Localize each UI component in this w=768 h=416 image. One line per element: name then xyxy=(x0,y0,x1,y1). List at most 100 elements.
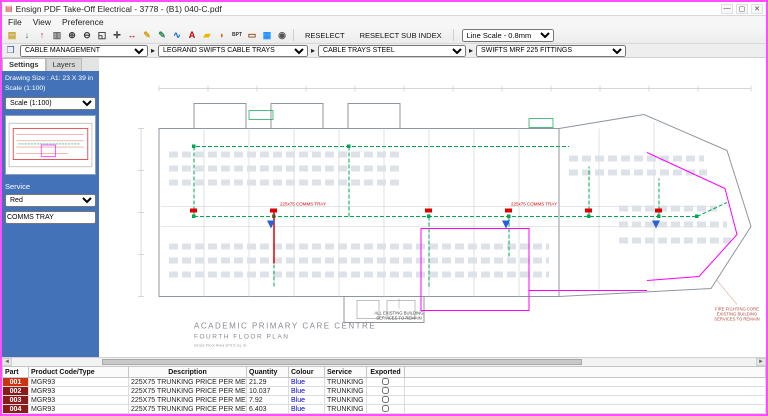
library-icon: ❐ xyxy=(4,45,17,57)
zoom-window-icon[interactable]: ◱ xyxy=(95,28,109,42)
quantity-cell: 21.29 xyxy=(247,378,289,387)
snapshot-icon[interactable]: ◉ xyxy=(275,28,289,42)
bpt-icon[interactable]: BPT xyxy=(230,28,244,42)
menu-preference[interactable]: Preference xyxy=(62,17,104,27)
table-row[interactable]: 004 MGR93 225X75 TRUNKING PRICE PER METR… xyxy=(3,405,766,414)
col-service[interactable]: Service xyxy=(325,367,367,378)
drawing-thumbnail[interactable] xyxy=(5,115,96,175)
tab-settings[interactable]: Settings xyxy=(2,58,46,71)
minimize-button[interactable]: — xyxy=(721,4,733,14)
scroll-right-arrow[interactable]: ► xyxy=(756,358,766,366)
printer-icon[interactable]: ▥ xyxy=(50,28,64,42)
close-button[interactable]: ✕ xyxy=(751,4,763,14)
ruler-icon[interactable]: ▭ xyxy=(245,28,259,42)
exported-checkbox[interactable] xyxy=(382,405,389,412)
filler-cell xyxy=(405,405,766,414)
import-icon[interactable]: ↓ xyxy=(20,28,34,42)
window-title: Ensign PDF Take-Off Electrical - 3778 - … xyxy=(16,4,718,14)
colour-cell: Blue xyxy=(289,405,325,414)
description-cell: 225X75 TRUNKING PRICE PER METRE xyxy=(129,405,247,414)
col-product-code[interactable]: Product Code/Type xyxy=(29,367,129,378)
reselect-button[interactable]: RESELECT xyxy=(298,28,352,42)
toolbar-separator xyxy=(293,29,294,41)
scrollbar-thumb[interactable] xyxy=(102,359,582,365)
reselect-sub-index-button[interactable]: RESELECT SUB INDEX xyxy=(353,28,449,42)
col-colour[interactable]: Colour xyxy=(289,367,325,378)
range-select[interactable]: LEGRAND SWIFTS CABLE TRAYS xyxy=(158,45,308,57)
catalogue-bar: ❐ CABLE MANAGEMENT ▸ LEGRAND SWIFTS CABL… xyxy=(2,44,766,58)
drawing-canvas[interactable]: 225x75 COMMS TRAY 225x75 COMMS TRAY ACAD… xyxy=(99,58,766,357)
blue-arrow-markers xyxy=(267,221,660,229)
exported-checkbox[interactable] xyxy=(382,396,389,403)
line-scale-select[interactable]: Line Scale - 0.8mm xyxy=(462,29,554,42)
chevron-right-icon: ▸ xyxy=(151,47,155,55)
filler-cell xyxy=(405,378,766,387)
pencil-icon[interactable]: ✎ xyxy=(140,28,154,42)
text-icon[interactable]: A xyxy=(185,28,199,42)
sidebar-tabs: Settings Layers xyxy=(2,58,99,71)
zoom-in-icon[interactable]: ⊕ xyxy=(65,28,79,42)
service-cell: TRUNKING xyxy=(325,405,367,414)
tab-layers[interactable]: Layers xyxy=(46,58,83,71)
table-row[interactable]: 003 MGR93 225X75 TRUNKING PRICE PER METR… xyxy=(3,396,766,405)
colour-cell: Blue xyxy=(289,378,325,387)
freehand-icon[interactable]: ∿ xyxy=(170,28,184,42)
service-cell: TRUNKING xyxy=(325,396,367,405)
plan-title: ACADEMIC PRIMARY CARE CENTRE xyxy=(194,322,376,331)
part-badge: 003 xyxy=(3,396,29,405)
plan-subtitle-line: FOURTH FLOOR PLAN xyxy=(194,334,289,341)
exported-checkbox[interactable] xyxy=(382,387,389,394)
col-part[interactable]: Part xyxy=(3,367,29,378)
quantity-cell: 6.403 xyxy=(247,405,289,414)
zoom-out-icon[interactable]: ⊖ xyxy=(80,28,94,42)
scale-select[interactable]: Scale (1:100) xyxy=(5,97,96,110)
note-fire-fighting-core: FIRE FIGHTING CORE EXISTING BUILDING SER… xyxy=(714,281,759,322)
service-colour-select[interactable]: Red xyxy=(5,194,96,207)
riser-boxes xyxy=(249,111,553,128)
measure-icon[interactable]: ↔ xyxy=(125,28,139,42)
service-name-input[interactable] xyxy=(5,211,96,224)
quantity-cell: 7.92 xyxy=(247,396,289,405)
part-badge: 002 xyxy=(3,387,29,396)
colour-cell: Blue xyxy=(289,387,325,396)
exported-checkbox[interactable] xyxy=(382,378,389,385)
main-toolbar: ▤ ↓ ↑ ▥ ⊕ ⊖ ◱ ✛ ↔ ✎ ✎ ∿ A ▰ ◗ BPT ▭ ▦ ◉ … xyxy=(2,27,766,44)
tray-label: 225x75 COMMS TRAY xyxy=(511,202,557,207)
highlighter-icon[interactable]: ▰ xyxy=(200,28,214,42)
sidebar: Settings Layers Drawing Size : A1: 23 X … xyxy=(2,58,99,357)
red-tray-markers: 225x75 COMMS TRAY 225x75 COMMS TRAY xyxy=(190,202,662,264)
col-description[interactable]: Description xyxy=(129,367,247,378)
exported-cell xyxy=(367,378,405,387)
export-icon[interactable]: ↑ xyxy=(35,28,49,42)
product-code-cell: MGR93 xyxy=(29,396,129,405)
magenta-route xyxy=(421,153,737,311)
description-cell: 225X75 TRUNKING PRICE PER METRE xyxy=(129,396,247,405)
table-row[interactable]: 001 MGR93 225X75 TRUNKING PRICE PER METR… xyxy=(3,378,766,387)
pan-icon[interactable]: ✛ xyxy=(110,28,124,42)
drawing-size-label: Drawing Size : A1: 23 X 39 in xyxy=(5,74,96,84)
maximize-button[interactable]: ▢ xyxy=(736,4,748,14)
tray-label: 225x75 COMMS TRAY xyxy=(280,202,326,207)
menu-file[interactable]: File xyxy=(8,17,22,27)
pencil-green-icon[interactable]: ✎ xyxy=(155,28,169,42)
fittings-select[interactable]: SWIFTS MRF 225 FITTINGS xyxy=(476,45,626,57)
subrange-select[interactable]: CABLE TRAYS STEEL xyxy=(318,45,466,57)
col-quantity[interactable]: Quantity xyxy=(247,367,289,378)
grid-icon[interactable]: ▦ xyxy=(260,28,274,42)
service-cell: TRUNKING xyxy=(325,387,367,396)
menubar: File View Preference xyxy=(2,16,766,27)
menu-view[interactable]: View xyxy=(33,17,51,27)
table-row[interactable]: 002 MGR93 225X75 TRUNKING PRICE PER METR… xyxy=(3,387,766,396)
horizontal-scrollbar[interactable]: ◄ ► xyxy=(2,357,766,366)
filler-cell xyxy=(405,387,766,396)
pdf-document-icon: ▤ xyxy=(5,4,13,13)
col-exported[interactable]: Exported xyxy=(367,367,405,378)
category-select[interactable]: CABLE MANAGEMENT xyxy=(20,45,148,57)
quantity-cell: 10.037 xyxy=(247,387,289,396)
protractor-icon[interactable]: ◗ xyxy=(215,28,229,42)
open-folder-icon[interactable]: ▤ xyxy=(5,28,19,42)
main-area: Settings Layers Drawing Size : A1: 23 X … xyxy=(2,58,766,357)
takeoff-table-area: Part Product Code/Type Description Quant… xyxy=(2,366,766,414)
table-header-row: Part Product Code/Type Description Quant… xyxy=(3,367,766,378)
scroll-left-arrow[interactable]: ◄ xyxy=(2,358,12,366)
